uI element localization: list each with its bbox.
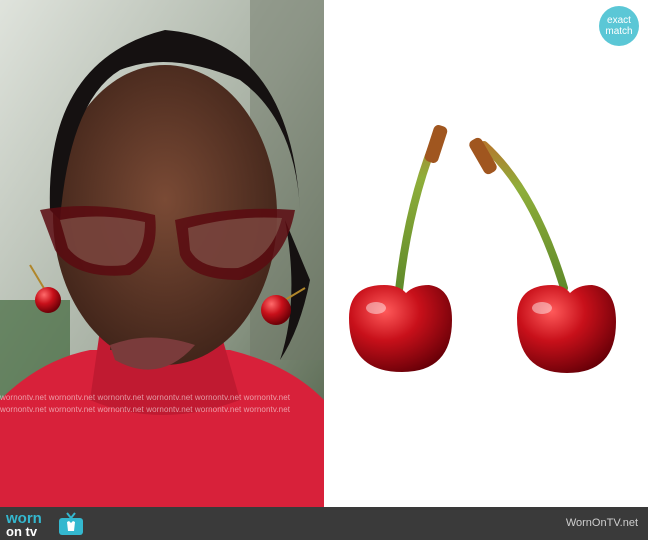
footer-bar: worn on tv WornOnTV.net <box>0 507 648 540</box>
woman-photo-illustration <box>0 0 324 507</box>
cherry-earrings-illustration <box>349 125 616 373</box>
logo-text-bottom: on tv <box>6 524 38 539</box>
watermark-text: wornontv.net wornontv.net wornontv.net w… <box>0 405 291 414</box>
left-photo: wornontv.net wornontv.net wornontv.net w… <box>0 0 324 507</box>
tv-icon <box>59 512 83 535</box>
wornontv-logo[interactable]: worn on tv <box>4 510 84 539</box>
site-url[interactable]: WornOnTV.net <box>566 517 638 529</box>
watermark-text: wornontv.net wornontv.net wornontv.net w… <box>0 393 291 402</box>
badge-line-2: match <box>605 26 633 37</box>
exact-match-badge: exact match <box>599 6 639 46</box>
right-photo <box>324 0 648 507</box>
badge-line-1: exact <box>607 15 631 26</box>
cherry-earring-left <box>349 285 452 372</box>
cherry-earring-right <box>517 285 616 373</box>
